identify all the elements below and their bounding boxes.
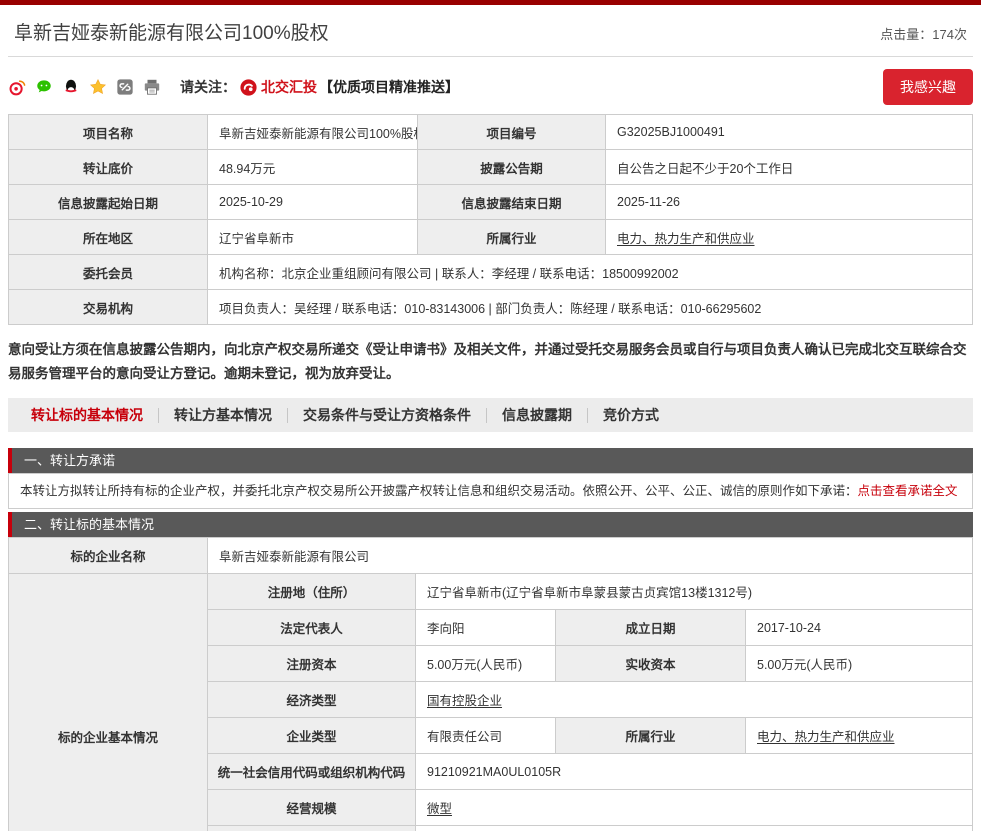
field-value: 91210921MA0UL0105R bbox=[415, 753, 973, 791]
field-label: 法定代表人 bbox=[207, 609, 416, 647]
field-label: 统一社会信用代码或组织机构代码 bbox=[207, 753, 416, 791]
brand-logo-icon bbox=[240, 78, 257, 96]
tab-transferor-basic-info[interactable]: 转让方基本情况 bbox=[158, 407, 287, 423]
field-value: 2017-10-24 bbox=[745, 609, 973, 647]
field-label: 委托会员 bbox=[8, 254, 208, 290]
brand-suffix: 【优质项目精准推送】 bbox=[319, 79, 459, 95]
field-value: 辽宁省阜新市 bbox=[207, 219, 418, 255]
tab-target-basic-info[interactable]: 转让标的基本情况 bbox=[16, 407, 158, 423]
business-scale-link[interactable]: 微型 bbox=[427, 802, 452, 816]
field-label: 标的企业名称 bbox=[8, 537, 208, 575]
social-share-row: 请关注： 北交汇投 【优质项目精准推送】 我感兴趣 bbox=[8, 69, 973, 105]
field-value: 电力、热力生产和供应业 bbox=[605, 219, 973, 255]
project-info-table: 项目名称 阜新吉娅泰新能源有限公司100%股权 项目编号 G32025BJ100… bbox=[8, 114, 973, 325]
view-count-label: 点击量： bbox=[880, 27, 933, 42]
group-label: 标的企业基本情况 bbox=[8, 573, 208, 831]
field-value: 电力、热力生产和供应业 bbox=[745, 717, 973, 755]
brand-name[interactable]: 北交汇投 bbox=[261, 77, 317, 97]
field-value: 阜新吉娅泰新能源有限公司100%股权 bbox=[207, 114, 418, 150]
weibo-icon[interactable] bbox=[8, 78, 26, 96]
field-label: 项目编号 bbox=[417, 114, 606, 150]
section-header-transferor-commitment: 一、转让方承诺 bbox=[8, 448, 973, 474]
follow-label: 请关注： bbox=[180, 79, 236, 95]
table-row: 所在地区 辽宁省阜新市 所属行业 电力、热力生产和供应业 bbox=[8, 219, 973, 255]
field-value: 机构名称：北京企业重组顾问有限公司 | 联系人：李经理 / 联系电话：18500… bbox=[207, 254, 973, 290]
section-header-target-basic-info: 二、转让标的基本情况 bbox=[8, 512, 973, 538]
field-label: 交易机构 bbox=[8, 289, 208, 325]
table-row: 项目名称 阜新吉娅泰新能源有限公司100%股权 项目编号 G32025BJ100… bbox=[8, 114, 973, 150]
table-row: 信息披露起始日期 2025-10-29 信息披露结束日期 2025-11-26 bbox=[8, 184, 973, 220]
wechat-icon[interactable] bbox=[35, 78, 53, 96]
commitment-body: 本转让方拟转让所持有标的企业产权，并委托北京产权交易所公开披露产权转让信息和组织… bbox=[20, 484, 858, 499]
field-label: 项目名称 bbox=[8, 114, 208, 150]
table-row: 委托会员 机构名称：北京企业重组顾问有限公司 | 联系人：李经理 / 联系电话：… bbox=[8, 254, 973, 290]
field-value: G32025BJ1000491 bbox=[605, 114, 973, 150]
view-count-value: 174次 bbox=[932, 27, 967, 42]
print-icon[interactable] bbox=[143, 78, 161, 96]
field-label: 信息披露结束日期 bbox=[417, 184, 606, 220]
brand-link[interactable]: 北交汇投 bbox=[240, 77, 317, 97]
favorite-icon[interactable] bbox=[89, 78, 107, 96]
field-value: 新能源发电工程设计服务；风力发电；光伏发电；生物质发电；光伏项目开发及运维；新能… bbox=[415, 825, 973, 831]
field-label: 成立日期 bbox=[555, 609, 746, 647]
industry-link[interactable]: 电力、热力生产和供应业 bbox=[757, 730, 895, 744]
field-value: 5.00万元(人民币) bbox=[745, 645, 973, 683]
field-value: 阜新吉娅泰新能源有限公司 bbox=[207, 537, 973, 575]
interested-button[interactable]: 我感兴趣 bbox=[883, 69, 973, 105]
field-value: 有限责任公司 bbox=[415, 717, 556, 755]
page-title: 阜新吉娅泰新能源有限公司100%股权 bbox=[14, 23, 329, 44]
table-row: 转让底价 48.94万元 披露公告期 自公告之日起不少于20个工作日 bbox=[8, 149, 973, 185]
registration-notice: 意向受让方须在信息披露公告期内，向北京产权交易所递交《受让申请书》及相关文件，并… bbox=[8, 342, 967, 381]
tab-disclosure-period[interactable]: 信息披露期 bbox=[486, 407, 587, 423]
table-row: 交易机构 项目负责人：吴经理 / 联系电话：010-83143006 | 部门负… bbox=[8, 289, 973, 325]
field-value: 48.94万元 bbox=[207, 149, 418, 185]
field-label: 注册资本 bbox=[207, 645, 416, 683]
view-count: 点击量：174次 bbox=[880, 24, 967, 45]
economic-type-link[interactable]: 国有控股企业 bbox=[427, 694, 502, 708]
field-label: 企业类型 bbox=[207, 717, 416, 755]
table-row: 标的企业名称 阜新吉娅泰新能源有限公司 bbox=[8, 537, 973, 575]
field-value: 李向阳 bbox=[415, 609, 556, 647]
tab-transaction-conditions[interactable]: 交易条件与受让方资格条件 bbox=[287, 407, 486, 423]
table-row: 标的企业基本情况 注册地（住所） 辽宁省阜新市(辽宁省阜新市阜蒙县蒙古贞宾馆13… bbox=[8, 573, 973, 831]
field-value: 2025-11-26 bbox=[605, 184, 973, 220]
commitment-text: 本转让方拟转让所持有标的企业产权，并委托北京产权交易所公开披露产权转让信息和组织… bbox=[8, 473, 973, 510]
field-label: 所属行业 bbox=[417, 219, 606, 255]
field-label: 经营范围 bbox=[207, 825, 416, 831]
target-company-table: 标的企业名称 阜新吉娅泰新能源有限公司 标的企业基本情况 注册地（住所） 辽宁省… bbox=[8, 537, 973, 831]
field-value: 5.00万元(人民币) bbox=[415, 645, 556, 683]
field-label: 注册地（住所） bbox=[207, 573, 416, 611]
field-label: 所在地区 bbox=[8, 219, 208, 255]
field-label: 所属行业 bbox=[555, 717, 746, 755]
tab-bidding-method[interactable]: 竞价方式 bbox=[587, 407, 674, 423]
field-label: 实收资本 bbox=[555, 645, 746, 683]
link-icon[interactable] bbox=[116, 78, 134, 96]
field-label: 经营规模 bbox=[207, 789, 416, 827]
field-value: 辽宁省阜新市(辽宁省阜新市阜蒙县蒙古贞宾馆13楼1312号) bbox=[415, 573, 973, 611]
field-value: 自公告之日起不少于20个工作日 bbox=[605, 149, 973, 185]
field-label: 经济类型 bbox=[207, 681, 416, 719]
detail-tab-bar: 转让标的基本情况 转让方基本情况 交易条件与受让方资格条件 信息披露期 竞价方式 bbox=[8, 398, 973, 433]
industry-link[interactable]: 电力、热力生产和供应业 bbox=[617, 232, 755, 246]
field-value: 2025-10-29 bbox=[207, 184, 418, 220]
field-value: 项目负责人：吴经理 / 联系电话：010-83143006 | 部门负责人：陈经… bbox=[207, 289, 973, 325]
view-full-commitment-link[interactable]: 点击查看承诺全文 bbox=[858, 484, 958, 498]
field-label: 转让底价 bbox=[8, 149, 208, 185]
field-label: 信息披露起始日期 bbox=[8, 184, 208, 220]
field-label: 披露公告期 bbox=[417, 149, 606, 185]
field-value: 国有控股企业 bbox=[415, 681, 973, 719]
qq-icon[interactable] bbox=[62, 78, 80, 96]
page-header: 阜新吉娅泰新能源有限公司100%股权 点击量：174次 bbox=[8, 9, 973, 57]
field-value: 微型 bbox=[415, 789, 973, 827]
